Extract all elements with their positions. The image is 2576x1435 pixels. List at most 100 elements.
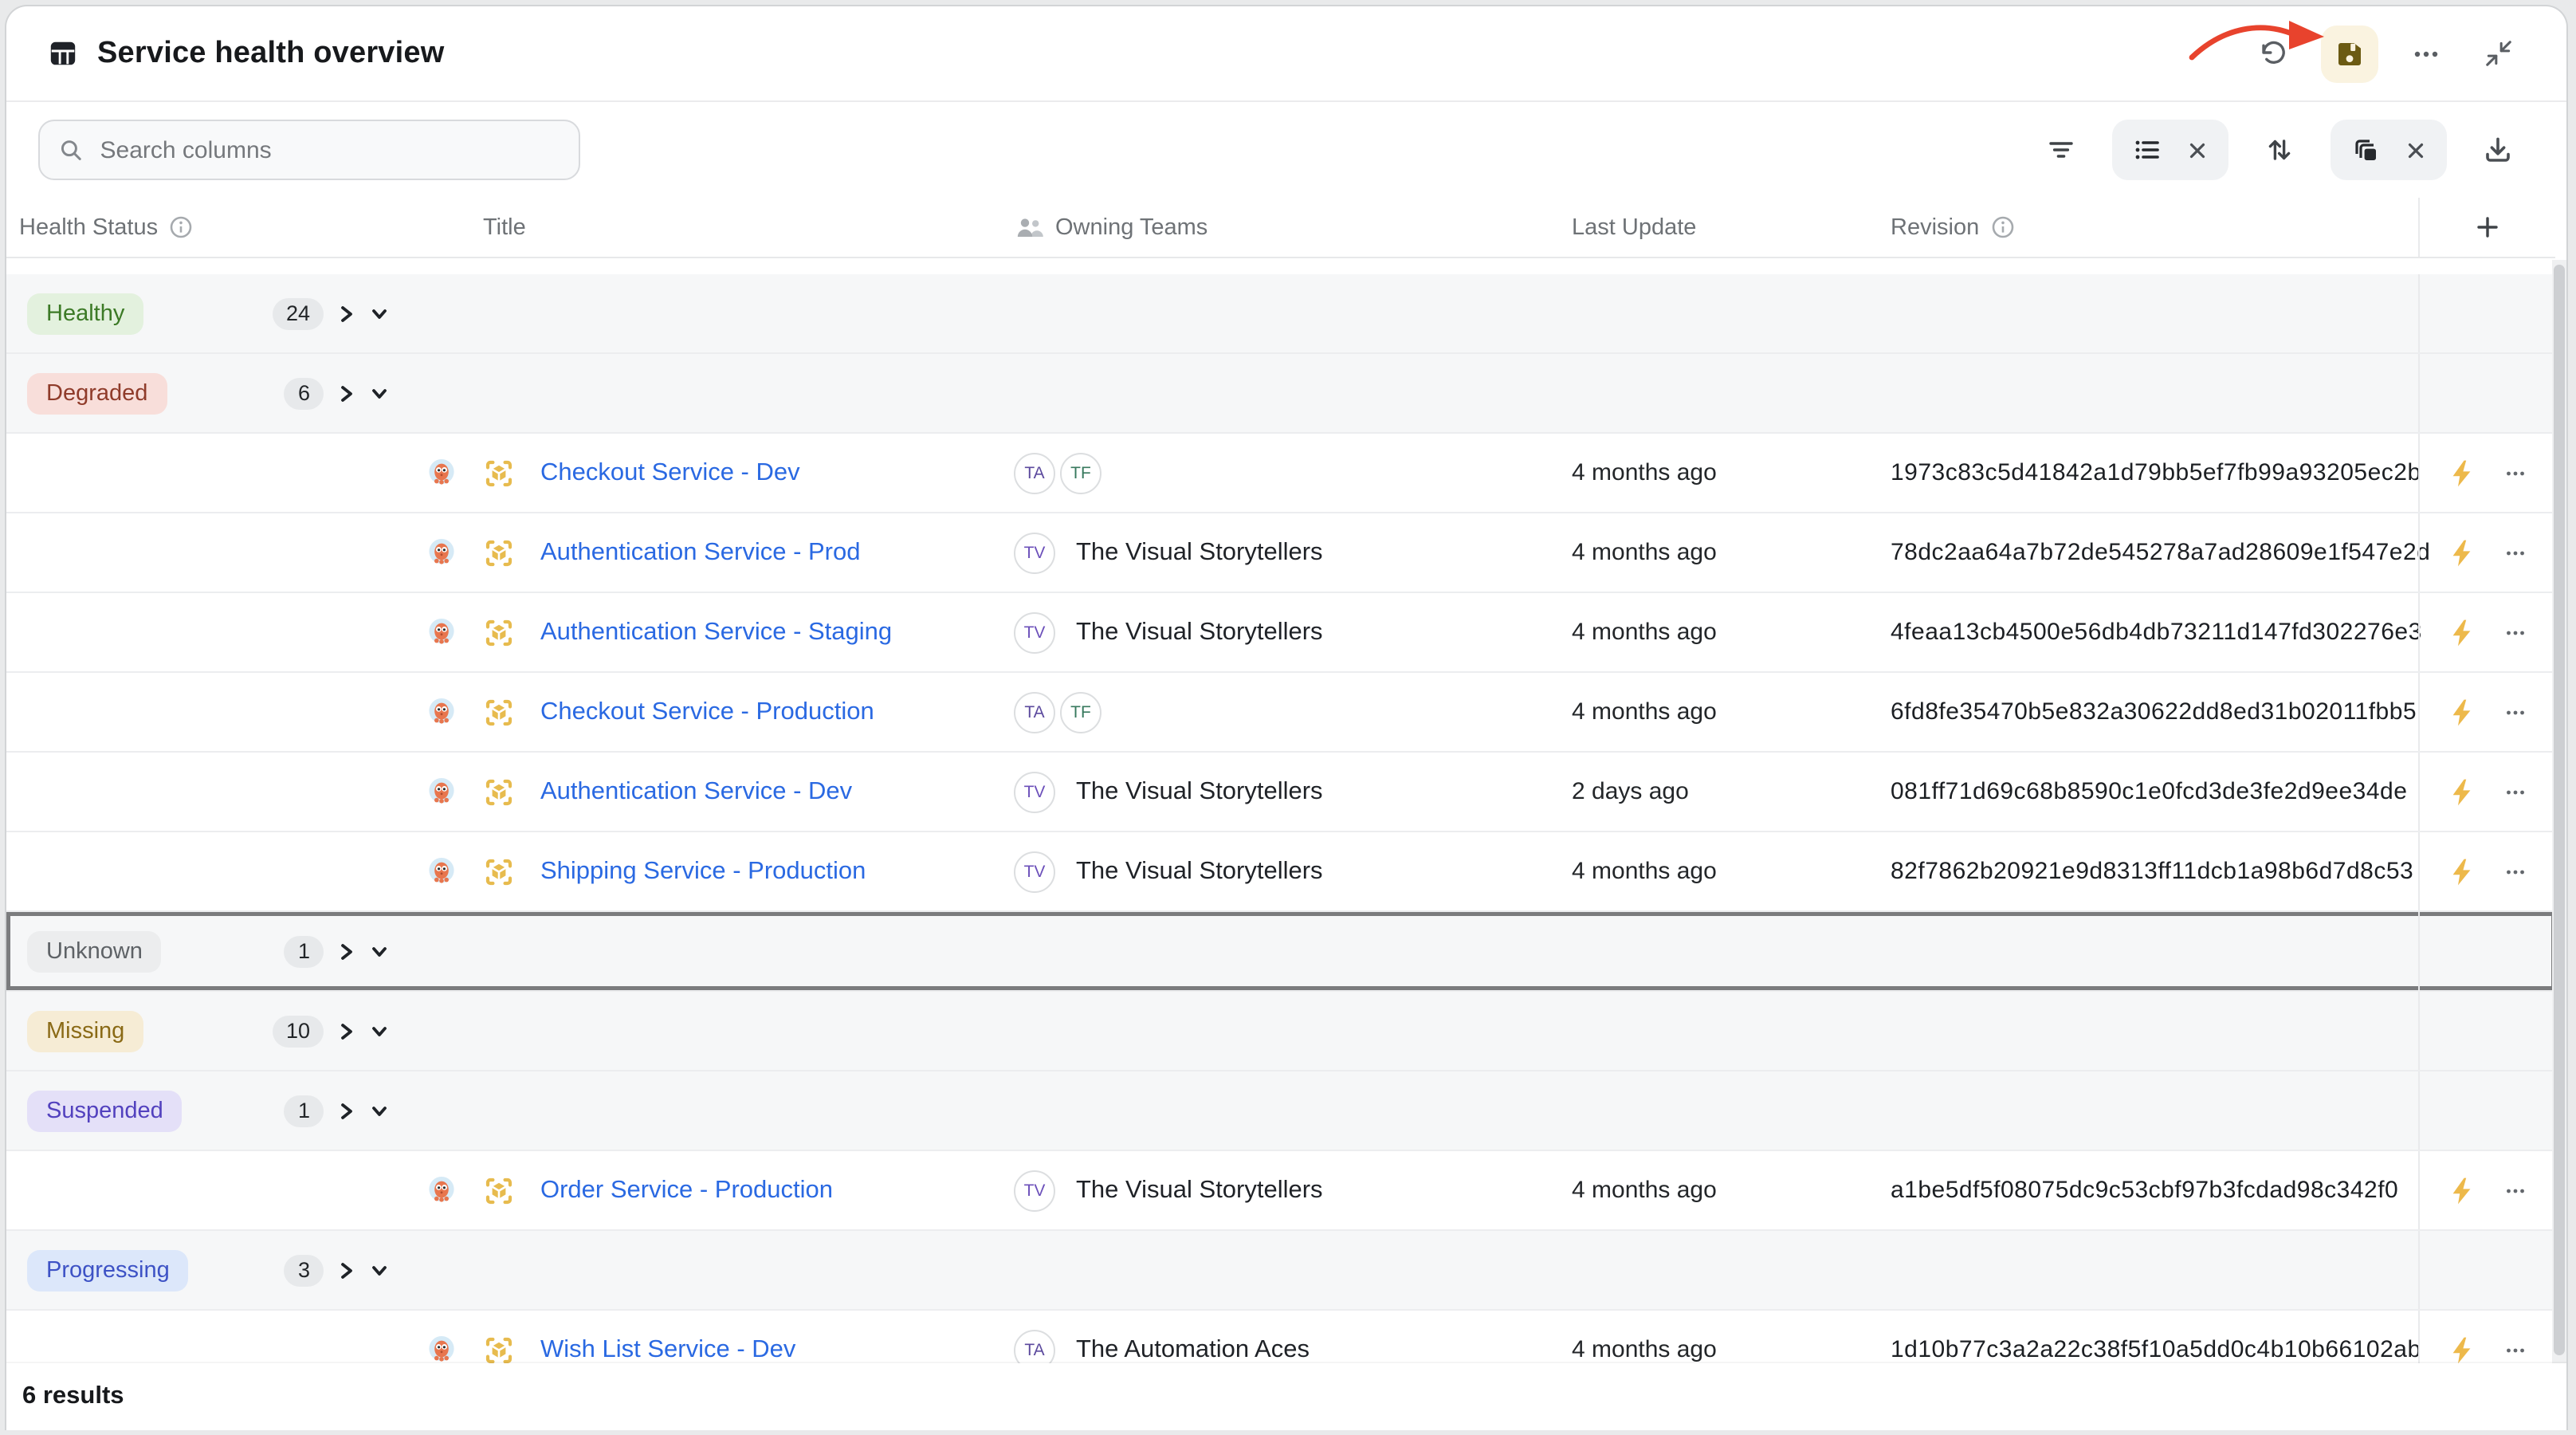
search-input[interactable] [97, 135, 560, 165]
undo-button[interactable] [2249, 29, 2297, 77]
row-menu-button[interactable] [2499, 768, 2531, 816]
team-avatar[interactable]: TV [1014, 771, 1055, 812]
filter-button[interactable] [2037, 126, 2085, 174]
group-row[interactable]: Degraded 6 [6, 354, 2555, 434]
row-menu-button[interactable] [2499, 529, 2531, 576]
group-row[interactable]: Suspended 1 [6, 1071, 2555, 1151]
team-avatar[interactable]: TV [1014, 532, 1055, 573]
entity-row[interactable]: Authentication Service - Staging TV The … [6, 593, 2555, 673]
entity-title-link[interactable]: Checkout Service - Dev [540, 458, 800, 487]
entity-title-link[interactable]: Authentication Service - Staging [540, 618, 892, 647]
vertical-scrollbar[interactable] [2552, 260, 2566, 1363]
entity-title-link[interactable]: Authentication Service - Dev [540, 777, 852, 806]
clear-list-view-button[interactable] [2182, 126, 2211, 174]
group-status-cell: Progressing 3 [6, 1231, 413, 1309]
group-row[interactable]: Missing 10 [6, 992, 2555, 1071]
row-menu-button[interactable] [2499, 608, 2531, 656]
entity-row[interactable]: Authentication Service - Dev TV The Visu… [6, 753, 2555, 832]
entity-row[interactable]: Checkout Service - Production TATF 4 mon… [6, 673, 2555, 753]
clear-group-by-button[interactable] [2401, 126, 2429, 174]
more-options-icon [2503, 540, 2528, 565]
run-action-button[interactable] [2444, 688, 2476, 736]
column-header-owning-teams[interactable]: Owning Teams [1011, 198, 1572, 257]
team-avatar[interactable]: TV [1014, 611, 1055, 653]
group-by-button[interactable] [2348, 126, 2383, 174]
group-row[interactable]: Progressing 3 [6, 1231, 2555, 1311]
owning-teams-avatars[interactable]: TV [1014, 532, 1060, 573]
row-menu-button[interactable] [2499, 1166, 2531, 1214]
entity-title-link[interactable]: Authentication Service - Prod [540, 538, 861, 567]
group-toggle[interactable]: 3 [285, 1254, 391, 1286]
team-avatar[interactable]: TV [1014, 1170, 1055, 1211]
run-action-button[interactable] [2444, 847, 2476, 895]
collapse-button[interactable] [2474, 29, 2522, 77]
owning-teams-avatars[interactable]: TV [1014, 851, 1060, 892]
owning-teams-avatars[interactable]: TV [1014, 771, 1060, 812]
chevron-right-icon[interactable] [335, 1259, 357, 1281]
entity-row[interactable]: Order Service - Production TV The Visual… [6, 1151, 2555, 1231]
chevron-down-icon[interactable] [368, 382, 391, 404]
team-avatar[interactable]: TA [1014, 452, 1055, 493]
entity-title-link[interactable]: Order Service - Production [540, 1176, 833, 1205]
owning-teams-avatars[interactable]: TATF [1014, 691, 1106, 733]
chevron-right-icon[interactable] [335, 1099, 357, 1122]
column-header-title[interactable]: Title [413, 198, 1011, 257]
chevron-right-icon[interactable] [335, 302, 357, 324]
group-toggle[interactable]: 6 [285, 377, 391, 409]
info-icon[interactable] [169, 215, 193, 239]
revision-value: 081ff71d69c68b8590c1e0fcd3de3fe2d9ee34de [1891, 778, 2418, 805]
sort-button[interactable] [2256, 126, 2303, 174]
run-action-button[interactable] [2444, 1166, 2476, 1214]
chevron-right-icon[interactable] [335, 940, 357, 962]
revision-value: a1be5df5f08075dc9c53cbf97b3fcdad98c342f0 [1891, 1177, 2418, 1204]
group-toggle[interactable]: 1 [285, 1095, 391, 1126]
entity-title-link[interactable]: Shipping Service - Production [540, 857, 866, 886]
entity-title-link[interactable]: Checkout Service - Production [540, 698, 874, 726]
owning-teams-avatars[interactable]: TV [1014, 1170, 1060, 1211]
team-avatar[interactable]: TF [1060, 691, 1101, 733]
entity-row[interactable]: Shipping Service - Production TV The Vis… [6, 832, 2555, 912]
row-menu-button[interactable] [2499, 688, 2531, 736]
run-action-button[interactable] [2444, 449, 2476, 497]
chevron-down-icon[interactable] [368, 1099, 391, 1122]
team-avatar[interactable]: TA [1014, 691, 1055, 733]
group-row[interactable]: Unknown 1 [6, 912, 2555, 992]
more-options-button[interactable] [2402, 29, 2450, 77]
run-action-button[interactable] [2444, 529, 2476, 576]
lightning-icon [2448, 1176, 2472, 1205]
run-action-button[interactable] [2444, 768, 2476, 816]
add-column-button[interactable] [2464, 203, 2511, 251]
info-icon[interactable] [1990, 215, 2014, 239]
chevron-right-icon[interactable] [335, 1020, 357, 1042]
group-row[interactable]: Healthy 24 [6, 274, 2555, 354]
chevron-down-icon[interactable] [368, 1259, 391, 1281]
entity-title-link[interactable]: Wish List Service - Dev [540, 1335, 795, 1364]
owning-teams-avatars[interactable]: TV [1014, 611, 1060, 653]
save-button[interactable] [2321, 25, 2378, 82]
chevron-right-icon[interactable] [335, 382, 357, 404]
team-avatar[interactable]: TV [1014, 851, 1055, 892]
row-menu-button[interactable] [2499, 449, 2531, 497]
column-label: Last Update [1572, 214, 1696, 240]
footer-bar: 6 results [6, 1363, 2566, 1430]
row-menu-button[interactable] [2499, 847, 2531, 895]
chevron-down-icon[interactable] [368, 302, 391, 324]
scrollbar-thumb[interactable] [2554, 265, 2565, 1355]
group-toggle[interactable]: 1 [285, 935, 391, 967]
column-header-revision[interactable]: Revision [1891, 198, 2418, 257]
entity-row[interactable]: Authentication Service - Prod TV The Vis… [6, 513, 2555, 593]
chevron-down-icon[interactable] [368, 940, 391, 962]
group-toggle[interactable]: 24 [273, 297, 391, 329]
entity-row[interactable]: Checkout Service - Dev TATF 4 months ago… [6, 434, 2555, 513]
owning-teams-avatars[interactable]: TATF [1014, 452, 1106, 493]
group-toggle[interactable]: 10 [273, 1015, 391, 1047]
team-avatar[interactable]: TF [1060, 452, 1101, 493]
list-view-button[interactable] [2130, 126, 2165, 174]
column-header-health-status[interactable]: Health Status [6, 198, 413, 257]
run-action-button[interactable] [2444, 608, 2476, 656]
chevron-down-icon[interactable] [368, 1020, 391, 1042]
octopus-icon [426, 696, 457, 728]
save-wrap [2321, 25, 2378, 82]
column-header-last-update[interactable]: Last Update [1572, 198, 1891, 257]
download-button[interactable] [2474, 126, 2522, 174]
